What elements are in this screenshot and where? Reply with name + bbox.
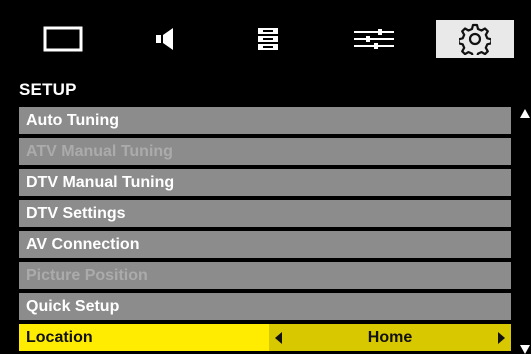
tv-menu-screen: SETUP Auto Tuning ATV Manual Tuning DTV … bbox=[0, 0, 531, 354]
page-title: SETUP bbox=[19, 80, 77, 99]
tab-setup[interactable] bbox=[436, 20, 514, 58]
menu-item-quick-setup[interactable]: Quick Setup bbox=[19, 293, 511, 320]
tab-picture[interactable] bbox=[24, 20, 102, 58]
menu-item-dtv-manual-tuning[interactable]: DTV Manual Tuning bbox=[19, 169, 511, 196]
tab-channel[interactable] bbox=[229, 20, 307, 58]
picture-icon bbox=[43, 26, 83, 52]
tab-sound[interactable] bbox=[126, 20, 204, 58]
sliders-icon bbox=[354, 29, 394, 49]
menu-item-location[interactable]: Location Home bbox=[19, 324, 511, 351]
arrow-right-icon[interactable] bbox=[498, 331, 505, 344]
gear-icon bbox=[459, 23, 491, 55]
menu-item-atv-manual-tuning: ATV Manual Tuning bbox=[19, 138, 511, 165]
speaker-icon bbox=[156, 28, 173, 50]
menu-item-av-connection[interactable]: AV Connection bbox=[19, 231, 511, 258]
tab-features[interactable] bbox=[335, 20, 413, 58]
channel-list-icon bbox=[258, 28, 278, 50]
setup-menu-list: Auto Tuning ATV Manual Tuning DTV Manual… bbox=[19, 107, 511, 354]
location-value-selector[interactable]: Home bbox=[269, 324, 511, 351]
menu-item-dtv-settings[interactable]: DTV Settings bbox=[19, 200, 511, 227]
scrollbar[interactable] bbox=[519, 107, 531, 354]
arrow-left-icon[interactable] bbox=[275, 331, 282, 344]
menu-item-auto-tuning[interactable]: Auto Tuning bbox=[19, 107, 511, 134]
location-value: Home bbox=[367, 329, 413, 346]
scroll-down-arrow-icon[interactable] bbox=[520, 345, 530, 354]
menu-tab-bar bbox=[0, 0, 531, 78]
menu-item-picture-position: Picture Position bbox=[19, 262, 511, 289]
scroll-up-arrow-icon[interactable] bbox=[520, 109, 530, 118]
location-label: Location bbox=[26, 329, 93, 346]
